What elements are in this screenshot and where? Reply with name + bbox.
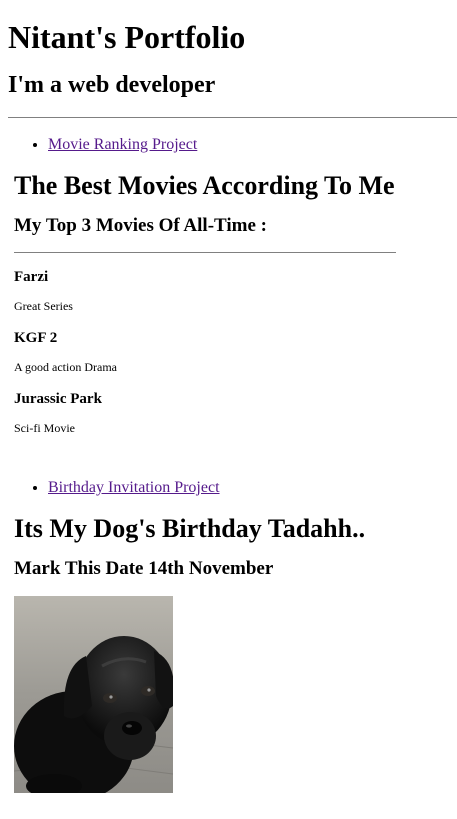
movie-title: KGF 2 <box>14 330 58 346</box>
movie-description: A good action Drama <box>14 360 117 374</box>
project-list-movies: Movie Ranking Project <box>8 135 457 155</box>
movie-ranking-project-link[interactable]: Movie Ranking Project <box>48 136 197 153</box>
movie-title: Farzi <box>14 269 49 285</box>
dog-photo <box>14 596 173 793</box>
birthday-invitation-project-link[interactable]: Birthday Invitation Project <box>48 479 220 496</box>
movie-description: Great Series <box>14 299 73 313</box>
page-tagline: I'm a web developer <box>8 72 216 98</box>
birthday-date-heading: Mark This Date 14th November <box>14 558 274 579</box>
birthday-heading: Its My Dog's Birthday Tadahh.. <box>14 514 366 543</box>
movie-ranking-subheading: My Top 3 Movies Of All-Time : <box>14 215 267 236</box>
list-item: Movie Ranking Project <box>48 135 457 155</box>
movie-divider <box>14 252 396 253</box>
birthday-invitation-embed: Its My Dog's Birthday Tadahh.. Mark This… <box>14 513 457 793</box>
page-title: Nitant's Portfolio <box>8 19 246 55</box>
movie-ranking-embed: The Best Movies According To Me My Top 3… <box>14 170 457 436</box>
header-divider <box>8 117 457 118</box>
movie-description: Sci-fi Movie <box>14 421 75 435</box>
project-list-birthday: Birthday Invitation Project <box>8 478 457 498</box>
list-item: Birthday Invitation Project <box>48 478 457 498</box>
movie-ranking-heading: The Best Movies According To Me <box>14 171 395 200</box>
movie-title: Jurassic Park <box>14 391 102 407</box>
portfolio-page: Nitant's Portfolio I'm a web developer M… <box>0 0 457 819</box>
